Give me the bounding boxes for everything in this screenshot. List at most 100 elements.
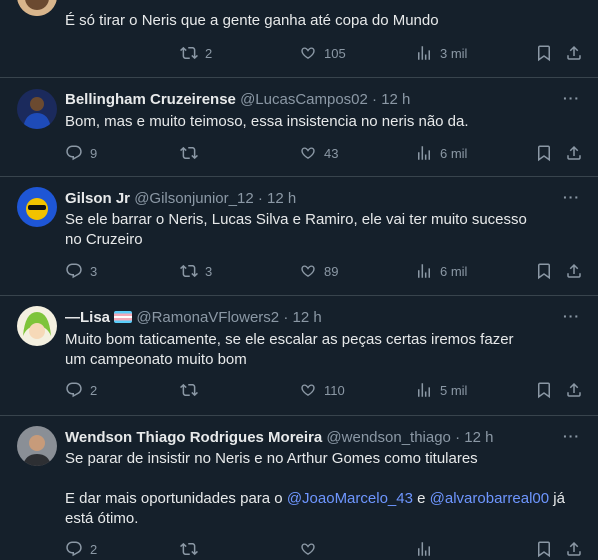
retweet-icon [180,146,198,160]
views-icon [418,46,430,60]
bookmark-button[interactable] [535,540,553,558]
reply-button[interactable]: 9 [65,144,97,162]
views-button[interactable]: 6 mil [415,262,467,280]
heart-icon [301,265,315,277]
views-count: 6 mil [440,145,468,161]
views-button[interactable]: 3 mil [415,44,467,62]
share-button[interactable] [565,540,583,558]
retweet-icon [180,264,198,278]
display-name[interactable]: —Lisa [65,309,110,326]
avatar[interactable] [17,426,57,466]
bookmark-icon [538,382,550,399]
like-button[interactable]: 110 [299,381,345,399]
share-button[interactable] [565,44,583,62]
reply-icon [66,382,82,398]
views-count: 3 mil [440,45,468,61]
user-handle[interactable]: @LucasCampos02 [240,91,368,108]
tweet-actions: 2 110 5 mil [65,381,585,401]
like-button[interactable]: 89 [299,262,338,280]
tweet[interactable]: —Lisa @RamonaVFlowers2 · 12 h ··· Muito … [0,296,598,416]
tweet-text: Muito bom taticamente, se ele escalar as… [65,331,514,368]
retweet-icon [180,46,198,60]
bookmark-button[interactable] [535,262,553,280]
bookmark-icon [538,541,550,558]
display-name[interactable]: Wendson Thiago Rodrigues Moreira [65,429,322,446]
share-icon [567,263,581,278]
tweet-text: Se parar de insistir no Neris e no Arthu… [65,449,565,529]
avatar-image [17,426,57,466]
views-button[interactable]: 6 mil [415,144,467,162]
user-handle[interactable]: @RamonaVFlowers2 [136,309,279,326]
like-button[interactable]: 43 [299,144,338,162]
more-options-button[interactable]: ··· [563,90,580,106]
retweet-button[interactable] [180,144,198,162]
reply-count: 9 [90,145,98,161]
tweet-actions: 9 43 6 mil [65,144,585,164]
tweet-text-fragment: e [412,490,430,507]
bookmark-icon [538,145,550,162]
timestamp[interactable]: · 12 h [283,309,321,326]
tweet-text-line: Se parar de insistir no Neris e no Arthu… [65,450,478,467]
mention-link[interactable]: @JoaoMarcelo_43 [287,490,413,507]
views-button[interactable]: 5 mil [415,381,467,399]
share-icon [567,541,581,556]
retweet-button[interactable] [180,381,198,399]
views-icon [418,383,430,397]
tweet-text: Se ele barrar o Neris, Lucas Silva e Ram… [65,211,527,248]
more-options-button[interactable]: ··· [563,308,580,324]
more-options-button[interactable]: ··· [563,428,580,444]
reply-button[interactable]: 2 [65,381,97,399]
bookmark-button[interactable] [535,381,553,399]
like-button[interactable] [299,540,317,558]
avatar[interactable] [17,187,57,227]
mention-link[interactable]: @alvarobarreal00 [430,490,549,507]
tweet-text: É só tirar o Neris que a gente ganha até… [65,12,439,29]
tweet-text-fragment: E dar mais oportunidades para o [65,490,287,507]
retweet-count: 3 [205,263,213,279]
share-icon [567,382,581,397]
bookmark-button[interactable] [535,144,553,162]
reply-icon [66,541,82,557]
reply-button[interactable]: 3 [65,262,97,280]
more-options-button[interactable]: ··· [563,189,580,205]
share-button[interactable] [565,144,583,162]
tweet-actions: 3 3 89 6 mil [65,262,585,282]
tweet[interactable]: É só tirar o Neris que a gente ganha até… [0,0,598,78]
retweet-button[interactable] [180,540,198,558]
tweet[interactable]: Bellingham Cruzeirense @LucasCampos02 · … [0,78,598,177]
avatar-image [17,0,57,16]
reply-button[interactable]: 2 [65,540,97,558]
heart-icon [301,147,315,159]
display-name[interactable]: Gilson Jr [65,190,130,207]
tweet-header: Gilson Jr @Gilsonjunior_12 · 12 h [65,190,296,207]
display-name[interactable]: Bellingham Cruzeirense [65,91,236,108]
share-icon [567,145,581,160]
share-button[interactable] [565,381,583,399]
timestamp[interactable]: · 12 h [455,429,493,446]
transgender-flag-icon [114,311,133,323]
user-handle[interactable]: @wendson_thiago [326,429,450,446]
bookmark-icon [538,45,550,62]
avatar[interactable] [17,306,57,346]
tweet[interactable]: Gilson Jr @Gilsonjunior_12 · 12 h ··· Se… [0,177,598,296]
bookmark-button[interactable] [535,44,553,62]
like-button[interactable]: 105 [299,44,346,62]
tweet-header: Wendson Thiago Rodrigues Moreira @wendso… [65,429,493,446]
share-icon [567,45,581,60]
views-button[interactable] [415,540,433,558]
retweet-button[interactable]: 3 [180,262,212,280]
tweet-header: Bellingham Cruzeirense @LucasCampos02 · … [65,91,410,108]
share-button[interactable] [565,262,583,280]
user-handle[interactable]: @Gilsonjunior_12 [134,190,253,207]
tweet[interactable]: Wendson Thiago Rodrigues Moreira @wendso… [0,416,598,558]
reply-icon [66,263,82,279]
avatar[interactable] [17,0,57,16]
retweet-count: 2 [205,45,213,61]
retweet-button[interactable]: 2 [180,44,212,62]
timestamp[interactable]: · 12 h [258,190,296,207]
avatar[interactable] [17,89,57,129]
like-count: 43 [324,145,339,161]
heart-icon [301,47,315,59]
views-icon [418,146,430,160]
timestamp[interactable]: · 12 h [372,91,410,108]
